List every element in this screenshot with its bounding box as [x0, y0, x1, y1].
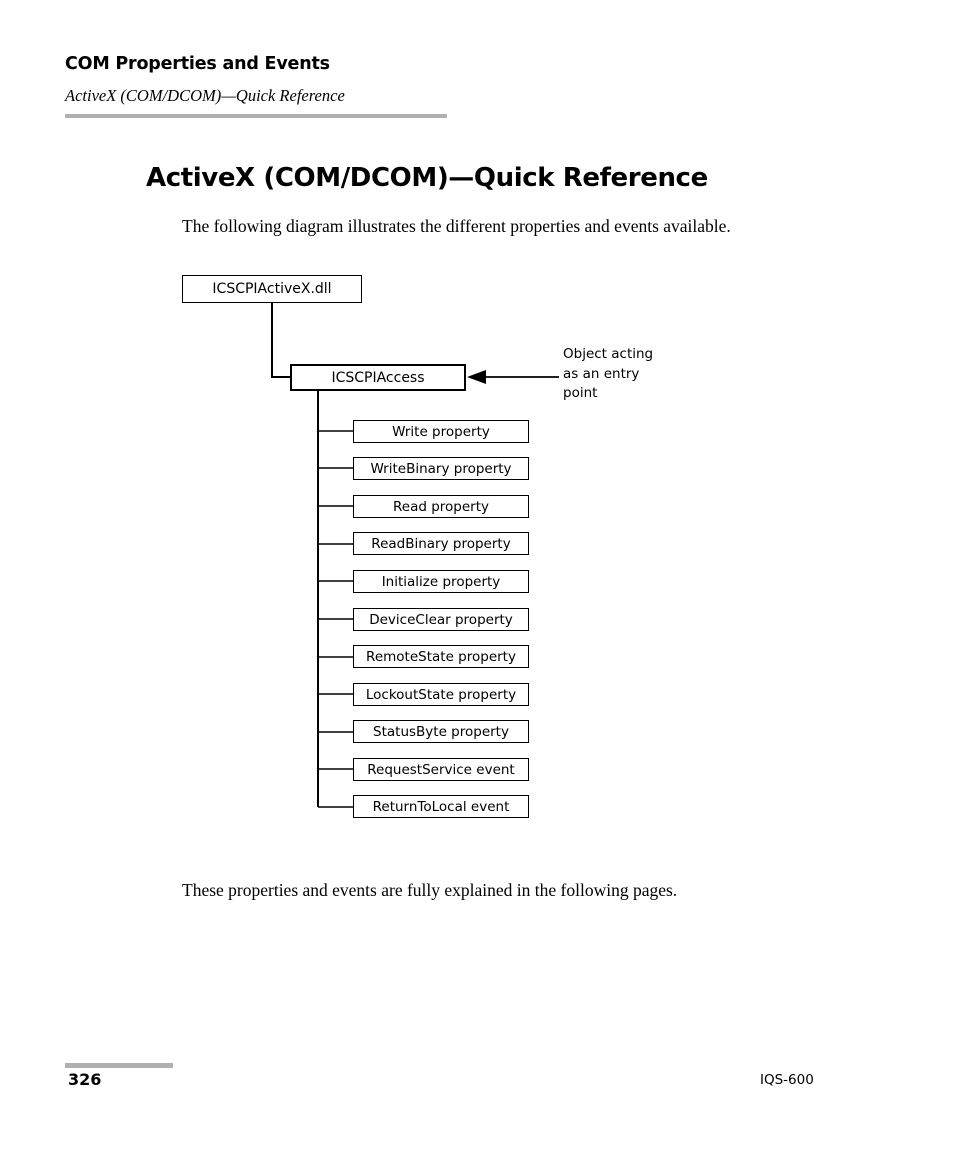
diagram-node-member: LockoutState property [353, 683, 529, 706]
footer-model-name: IQS-600 [760, 1072, 814, 1088]
diagram-node-member: ReadBinary property [353, 532, 529, 555]
diagram-node-member: WriteBinary property [353, 457, 529, 480]
footer-page-number: 326 [68, 1070, 102, 1089]
running-header-chapter-title: COM Properties and Events [65, 54, 330, 74]
header-divider-rule [65, 114, 447, 118]
footer-divider-rule [65, 1063, 173, 1068]
diagram-node-member: Read property [353, 495, 529, 518]
diagram-node-member: RemoteState property [353, 645, 529, 668]
diagram-node-member: RequestService event [353, 758, 529, 781]
diagram-node-member: Write property [353, 420, 529, 443]
diagram-node-member: StatusByte property [353, 720, 529, 743]
intro-paragraph: The following diagram illustrates the di… [182, 215, 731, 236]
diagram-node-member: DeviceClear property [353, 608, 529, 631]
diagram-node-member: Initialize property [353, 570, 529, 593]
outro-paragraph: These properties and events are fully ex… [182, 879, 678, 900]
diagram-node-member: ReturnToLocal event [353, 795, 529, 818]
diagram-node-entry-point: ICSCPIAccess [290, 364, 466, 391]
diagram-annotation-entry-point: Object acting as an entry point [563, 346, 654, 401]
running-header-section-subtitle: ActiveX (COM/DCOM)—Quick Reference [65, 86, 345, 105]
diagram-node-root: ICSCPIActiveX.dll [182, 275, 362, 303]
page-title: ActiveX (COM/DCOM)—Quick Reference [146, 163, 708, 194]
